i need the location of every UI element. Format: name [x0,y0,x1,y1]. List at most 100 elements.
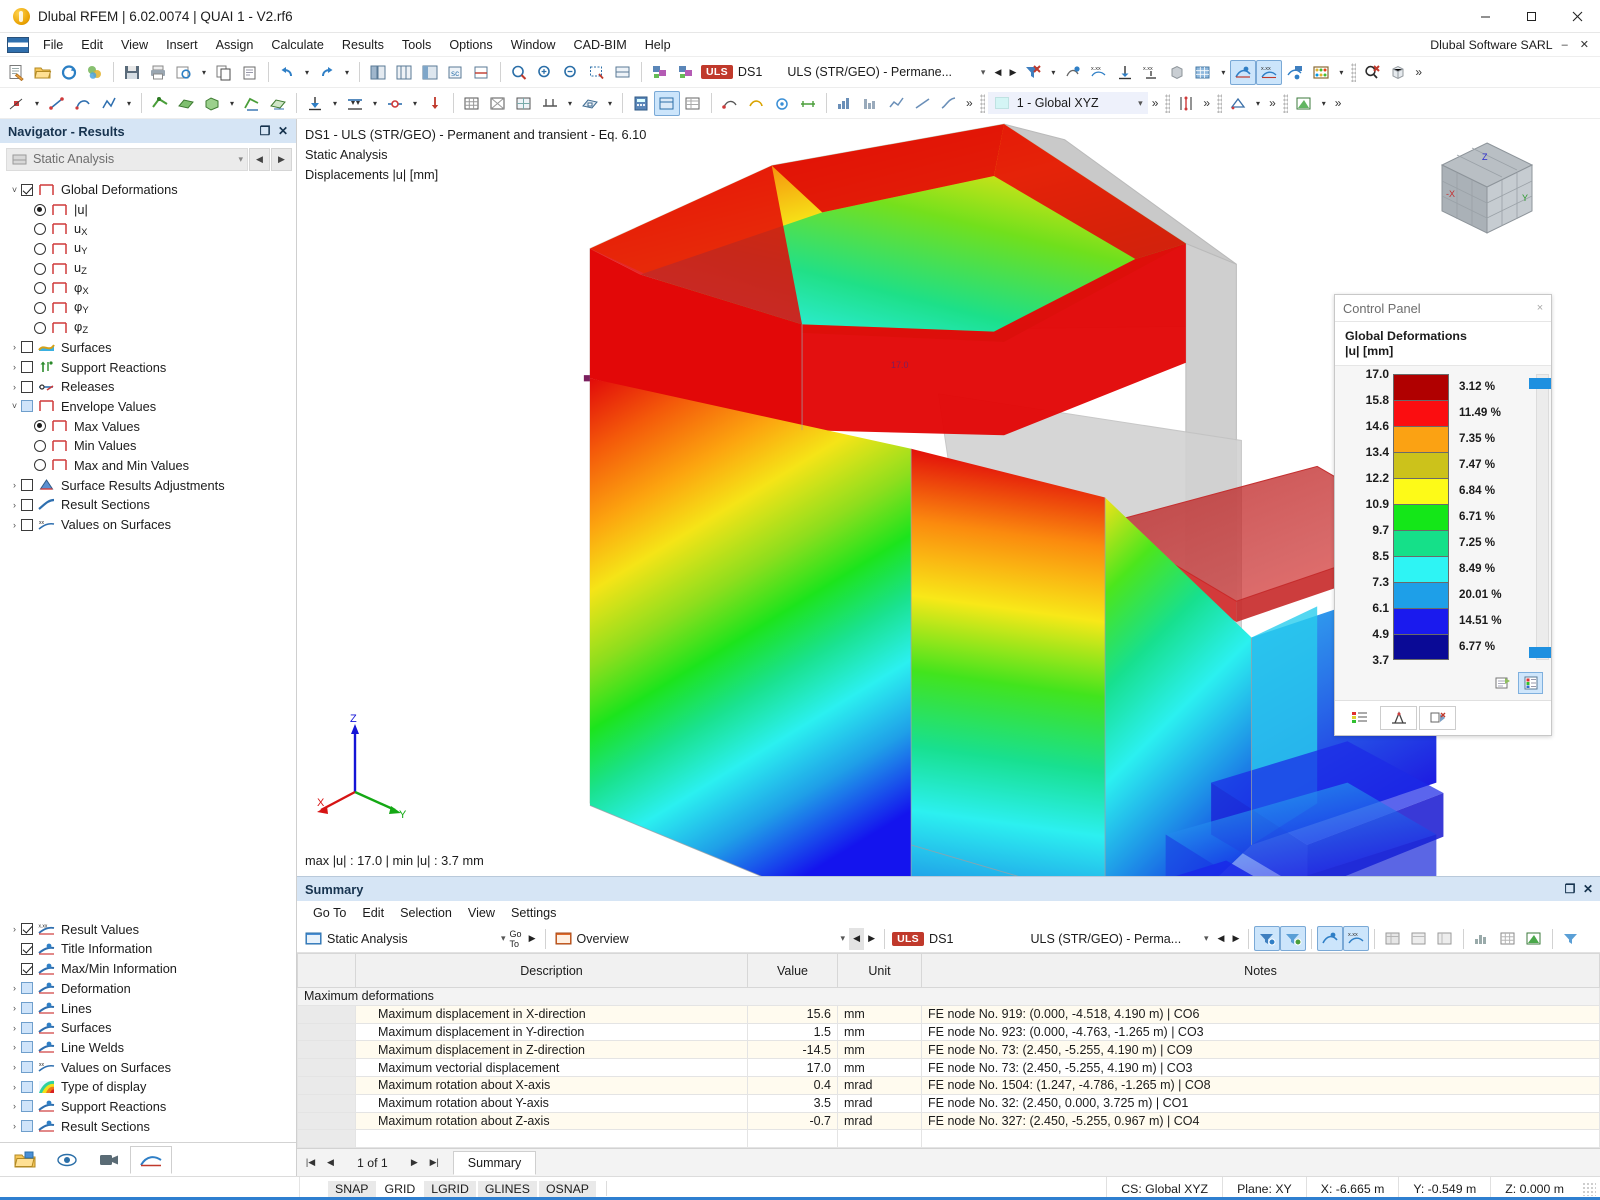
summary-excel-export-icon[interactable] [1521,926,1547,951]
expander-icon[interactable]: › [8,1082,21,1092]
node-icon[interactable] [4,91,30,116]
spreadsheet-overflow-button[interactable]: » [1331,96,1346,110]
render-section-icon[interactable] [417,60,443,85]
checkbox[interactable] [21,1080,33,1093]
view-overflow-button[interactable]: » [1265,96,1280,110]
views-navigator-icon[interactable] [88,1146,130,1174]
checkbox[interactable] [21,1002,33,1015]
legend-settings-icon[interactable] [1490,672,1515,694]
resize-grip[interactable] [1582,1181,1596,1196]
expander-icon[interactable]: › [8,924,21,934]
display-tree-item-4[interactable]: › Lines [0,998,296,1018]
radio-button[interactable] [34,223,46,236]
maximize-button[interactable] [1508,0,1554,32]
checkbox[interactable] [21,1100,33,1113]
redo-icon[interactable] [314,60,340,85]
expander-icon[interactable]: › [8,382,21,392]
search-clear-icon[interactable] [1359,60,1385,85]
view-angle-icon[interactable] [1225,91,1251,116]
render-solid-icon[interactable] [365,60,391,85]
result-value-icon[interactable] [1060,60,1086,85]
close-button[interactable] [1554,0,1600,32]
slope-icon[interactable] [910,91,936,116]
bar-graph3-icon[interactable] [884,91,910,116]
print-dropdown-caret-icon[interactable]: ▾ [197,60,211,85]
load-case-copy-icon[interactable] [647,60,673,85]
summary-view-prev-button[interactable]: ◀ [849,927,865,950]
expander-icon[interactable]: › [8,1003,21,1013]
print-icon[interactable] [145,60,171,85]
display-tree-item-3[interactable]: › Deformation [0,979,296,999]
snap-icon[interactable] [717,91,743,116]
expander-icon[interactable]: › [8,362,21,372]
summary-view-combo[interactable]: Overview [551,928,841,950]
table-row[interactable]: Maximum displacement in Y-direction 1.5 mm… [297,1022,1600,1042]
design-situation-icon[interactable] [654,90,680,116]
summary-table-container[interactable]: Description Value Unit Notes Maximum def… [297,953,1600,1148]
curve-icon[interactable] [936,91,962,116]
line-support-icon[interactable] [342,91,368,116]
surface-icon[interactable] [173,91,199,116]
fe-mesh-icon[interactable] [511,91,537,116]
polyline-icon[interactable] [96,91,122,116]
checkbox[interactable] [21,982,33,995]
results-tree-item-12[interactable]: Max Values [0,416,296,436]
col-header-notes[interactable]: Notes [921,953,1600,988]
expander-icon[interactable]: › [8,520,21,530]
mdi-minimize-button[interactable]: – [1559,39,1571,51]
radio-button[interactable] [34,301,46,314]
spreadsheet-caret-icon[interactable]: ▾ [1317,91,1331,116]
toolbar-overflow-button[interactable]: » [1411,65,1426,79]
color-scale-icon[interactable] [1341,706,1378,730]
table-row[interactable]: Maximum vectorial displacement 17.0 mm FE n… [297,1058,1600,1077]
legend-slider-upper-thumb[interactable] [1529,378,1551,389]
col-header-unit[interactable]: Unit [837,953,922,988]
results-tree-item-14[interactable]: Max and Min Values [0,456,296,476]
legend-slider-lower-thumb[interactable] [1529,647,1551,658]
menu-edit[interactable]: Edit [72,36,112,54]
load-case-paste-icon[interactable] [673,60,699,85]
radio-button[interactable] [34,203,46,216]
results-tree-item-1[interactable]: |u| [0,200,296,220]
load-combination-prev-button[interactable]: ◀ [990,61,1005,83]
bar-graph2-icon[interactable] [858,91,884,116]
summary-menu-edit[interactable]: Edit [354,904,392,922]
result-solids-icon[interactable] [1164,60,1190,85]
result-values-display-icon[interactable]: x.xx [1256,59,1283,85]
radio-button[interactable] [34,242,46,255]
result-table-icon[interactable] [680,91,706,116]
summary-table-print-icon[interactable] [1432,926,1458,951]
results-tree-item-3[interactable]: uY [0,239,296,259]
expander-icon[interactable]: › [8,983,21,993]
expander-icon[interactable]: › [8,342,21,352]
render-sections-icon[interactable] [469,60,495,85]
grid-snap-icon[interactable] [743,91,769,116]
analysis-type-combo[interactable]: Static Analysis ▾ [6,147,248,171]
radio-button[interactable] [34,262,46,275]
summary-load-combination-combo[interactable]: ULS (STR/GEO) - Perma... ▾ [1023,927,1214,950]
summary-table-view-icon[interactable] [1380,926,1406,951]
display-tree-item-9[interactable]: › Support Reactions [0,1097,296,1117]
results-tree-item-15[interactable]: › Surface Results Adjustments [0,475,296,495]
summary-filter-icon[interactable] [1254,926,1281,951]
tab-summary[interactable]: Summary [452,1150,537,1175]
summary-menu-selection[interactable]: Selection [392,904,460,922]
summary-analysis-next-button[interactable]: ▶ [525,928,540,950]
checkbox[interactable] [21,942,33,955]
results-tree-item-7[interactable]: φZ [0,318,296,338]
table-row[interactable]: Maximum rotation about Y-axis 3.5 mrad FE n… [297,1093,1600,1113]
results-tree-item-16[interactable]: › Result Sections [0,495,296,515]
table-group-row[interactable]: Maximum deformations [297,987,1600,1006]
menu-insert[interactable]: Insert [157,36,207,54]
table-row[interactable]: Maximum rotation about Z-axis -0.7 mrad FE … [297,1111,1600,1131]
results-tree-item-5[interactable]: φX [0,278,296,298]
checkbox[interactable] [21,498,33,511]
view-cube-navigator[interactable]: Z -X Y [1432,135,1542,245]
results-tree-item-0[interactable]: ˅ Global Deformations [0,180,296,200]
summary-lc-prev-button[interactable]: ◀ [1213,928,1228,950]
section-overflow-button[interactable]: » [1199,96,1214,110]
node-caret-icon[interactable]: ▾ [30,91,44,116]
menu-cad-bim[interactable]: CAD-BIM [565,36,636,54]
menu-options[interactable]: Options [440,36,501,54]
solid-caret-icon[interactable]: ▾ [225,91,239,116]
